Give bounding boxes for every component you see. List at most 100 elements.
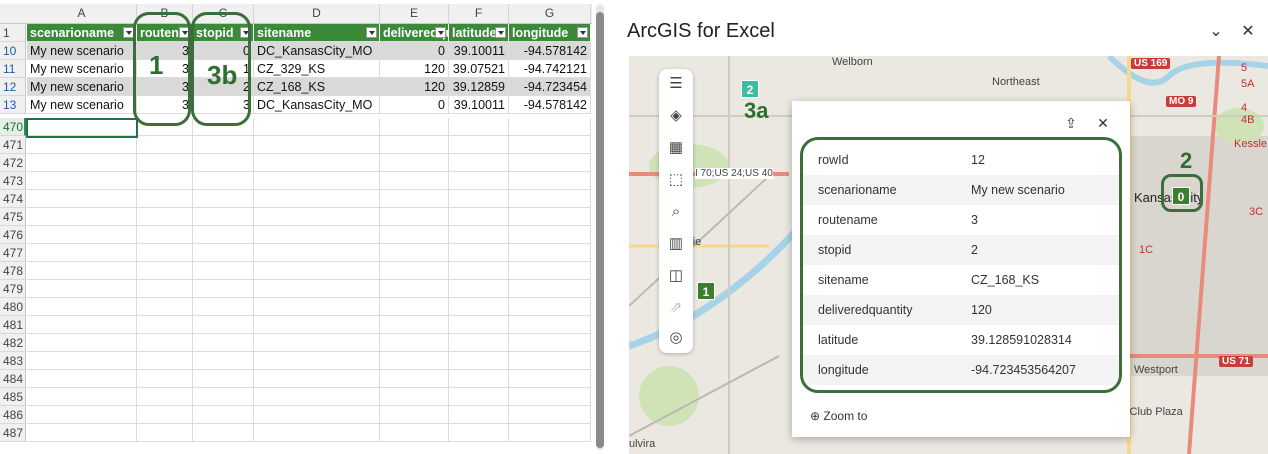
- cell[interactable]: [137, 316, 193, 334]
- cell[interactable]: [380, 298, 449, 316]
- chart-icon[interactable]: ▥: [666, 234, 686, 254]
- row-number[interactable]: 476: [0, 226, 26, 244]
- cell[interactable]: [254, 388, 380, 406]
- row-number[interactable]: 475: [0, 208, 26, 226]
- cell[interactable]: [137, 244, 193, 262]
- cell[interactable]: My new scenario: [27, 42, 137, 60]
- col-letter-E[interactable]: E: [380, 4, 449, 23]
- cell[interactable]: [254, 118, 380, 136]
- close-icon[interactable]: ✕: [1094, 114, 1112, 132]
- cell[interactable]: [137, 370, 193, 388]
- cell[interactable]: [137, 226, 193, 244]
- cell[interactable]: [509, 406, 591, 424]
- cell[interactable]: [193, 316, 254, 334]
- row-number[interactable]: 13: [0, 96, 26, 114]
- share-icon[interactable]: ⇗: [666, 298, 686, 318]
- cell[interactable]: [254, 208, 380, 226]
- cell[interactable]: [509, 316, 591, 334]
- row-number[interactable]: 471: [0, 136, 26, 154]
- cell[interactable]: [27, 424, 137, 442]
- cell[interactable]: [509, 334, 591, 352]
- cell[interactable]: [27, 334, 137, 352]
- cell[interactable]: My new scenario: [27, 60, 137, 78]
- cell[interactable]: [449, 388, 509, 406]
- cell[interactable]: [254, 136, 380, 154]
- row-number[interactable]: 474: [0, 190, 26, 208]
- cell[interactable]: [193, 352, 254, 370]
- cell[interactable]: [509, 172, 591, 190]
- cell[interactable]: My new scenario: [27, 78, 137, 96]
- cell[interactable]: [193, 388, 254, 406]
- cell[interactable]: [509, 424, 591, 442]
- cell[interactable]: [193, 262, 254, 280]
- col-letter-D[interactable]: D: [254, 4, 380, 23]
- cell[interactable]: [193, 136, 254, 154]
- cell[interactable]: [27, 262, 137, 280]
- cell[interactable]: [380, 334, 449, 352]
- route-stop-marker-2[interactable]: 2: [741, 80, 759, 98]
- cell[interactable]: [137, 298, 193, 316]
- cell[interactable]: [27, 352, 137, 370]
- cell[interactable]: 39.10011: [449, 42, 509, 60]
- cell[interactable]: 39.12859: [449, 78, 509, 96]
- cell[interactable]: [193, 406, 254, 424]
- cell[interactable]: [449, 262, 509, 280]
- row-number[interactable]: 479: [0, 280, 26, 298]
- cell[interactable]: [193, 154, 254, 172]
- cell[interactable]: [449, 172, 509, 190]
- cell[interactable]: [449, 154, 509, 172]
- route-stop-marker-1[interactable]: 1: [697, 282, 715, 300]
- cell[interactable]: CZ_168_KS: [254, 78, 380, 96]
- cell[interactable]: [193, 172, 254, 190]
- filter-dropdown-icon[interactable]: [366, 27, 377, 38]
- cell[interactable]: [380, 172, 449, 190]
- cell[interactable]: [27, 208, 137, 226]
- map-icon[interactable]: ◫: [666, 266, 686, 286]
- cell[interactable]: [509, 190, 591, 208]
- select-rectangle-icon[interactable]: ⬚: [666, 170, 686, 190]
- cell[interactable]: [27, 172, 137, 190]
- cell[interactable]: [193, 298, 254, 316]
- cell[interactable]: [449, 136, 509, 154]
- row-number[interactable]: 10: [0, 42, 26, 60]
- cell[interactable]: [137, 406, 193, 424]
- cell[interactable]: [27, 244, 137, 262]
- active-cell-cursor[interactable]: [26, 118, 138, 138]
- cell[interactable]: 120: [380, 60, 449, 78]
- cell[interactable]: [449, 406, 509, 424]
- cell[interactable]: [193, 244, 254, 262]
- cell[interactable]: [380, 154, 449, 172]
- row-number[interactable]: 487: [0, 424, 26, 442]
- zoom-to-button[interactable]: ⊕ Zoom to: [810, 409, 867, 423]
- cell[interactable]: [193, 334, 254, 352]
- cell[interactable]: [380, 370, 449, 388]
- filter-dropdown-icon[interactable]: [435, 27, 446, 38]
- cell[interactable]: [27, 190, 137, 208]
- cell[interactable]: [509, 280, 591, 298]
- cell[interactable]: 0: [380, 42, 449, 60]
- scrollbar-thumb[interactable]: [596, 12, 604, 448]
- header-sitename[interactable]: sitename: [254, 24, 380, 42]
- cell[interactable]: [193, 208, 254, 226]
- cell[interactable]: [193, 424, 254, 442]
- search-icon[interactable]: ⌕: [666, 202, 686, 222]
- cell[interactable]: [449, 244, 509, 262]
- layers-icon[interactable]: ◈: [666, 106, 686, 126]
- vertical-scrollbar[interactable]: [596, 4, 604, 450]
- cell[interactable]: [449, 424, 509, 442]
- map-view[interactable]: Welborn Northeast I 70;US 24;US 40 uncie…: [629, 56, 1268, 454]
- cell[interactable]: 39.10011: [449, 96, 509, 114]
- cell[interactable]: [27, 226, 137, 244]
- row-number[interactable]: 473: [0, 172, 26, 190]
- cell[interactable]: [27, 154, 137, 172]
- cell[interactable]: [137, 352, 193, 370]
- cell[interactable]: [449, 226, 509, 244]
- cell[interactable]: [137, 424, 193, 442]
- chevron-down-icon[interactable]: ⌄: [1206, 22, 1226, 42]
- cell[interactable]: [137, 190, 193, 208]
- cell[interactable]: [449, 370, 509, 388]
- col-letter-A[interactable]: A: [27, 4, 137, 23]
- cell[interactable]: [254, 280, 380, 298]
- row-number[interactable]: 470: [0, 118, 26, 136]
- cell[interactable]: [509, 118, 591, 136]
